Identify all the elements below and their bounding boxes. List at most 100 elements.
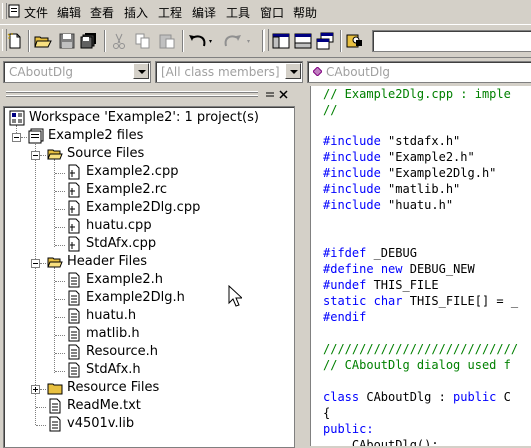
tree-line [55, 353, 65, 354]
define-arg: DEBUG_NEW [402, 262, 475, 276]
new-file-icon[interactable] [6, 32, 24, 50]
ifdef-arg: _DEBUG [366, 246, 417, 260]
workspace-window-icon[interactable] [272, 32, 290, 50]
tree-folder-source[interactable]: Source Files [47, 145, 247, 163]
code-define-line: #define new DEBUG_NEW [323, 261, 475, 277]
tree-file[interactable]: Resource.h [66, 343, 266, 361]
tree-label: Header Files [67, 254, 147, 269]
tree-file[interactable]: ReadMe.txt [47, 397, 247, 415]
tree-project[interactable]: Example2 files [28, 127, 228, 145]
class-combo[interactable]: CAboutDlg [3, 61, 151, 83]
menu-window[interactable]: 窗口 [260, 4, 284, 21]
keyword-include: #include [323, 134, 381, 148]
base-class: C [496, 390, 511, 404]
tree-folder-resource[interactable]: Resource Files [47, 379, 247, 397]
close-panel-icon[interactable] [278, 89, 290, 100]
code-static-line: static char THIS_FILE[] = _ [323, 293, 518, 309]
include-path: "Example2Dlg.h" [388, 166, 497, 180]
find-in-files-icon[interactable] [346, 32, 364, 50]
tree-line [55, 335, 65, 336]
menu-project[interactable]: 工程 [158, 4, 182, 21]
include-path: "matlib.h" [388, 182, 461, 196]
menu-view[interactable]: 查看 [90, 4, 114, 21]
collapse-toggle[interactable] [31, 151, 40, 160]
expand-toggle[interactable] [31, 385, 40, 394]
open-folder-icon[interactable] [34, 32, 52, 50]
keyword-new: new [380, 262, 403, 276]
tree-workspace-root[interactable]: Workspace 'Example2': 1 project(s) [9, 109, 289, 127]
workspace-icon [9, 110, 25, 126]
member-combo[interactable]: CAboutDlg [307, 61, 531, 83]
workspace-titlebar[interactable] [0, 88, 296, 102]
tree-label: Resource Files [67, 380, 160, 395]
tree-line [55, 317, 65, 318]
cut-scissors-icon[interactable] [110, 32, 128, 50]
tree-file[interactable]: huatu.cpp [66, 217, 266, 235]
tree-file[interactable]: Example2Dlg.cpp [66, 199, 266, 217]
tree-line [55, 227, 65, 228]
maximize-panel-icon[interactable] [264, 89, 276, 100]
tree-line [55, 371, 65, 372]
tree-label: huatu.h [86, 308, 137, 323]
copy-icon[interactable] [134, 32, 152, 50]
class-decl: CAboutDlg : [359, 390, 454, 404]
code-comment-divider: /////////////////////////// [323, 342, 519, 356]
undo-icon[interactable] [188, 32, 216, 50]
collapse-toggle[interactable] [31, 259, 40, 268]
tree-file[interactable]: Example2.cpp [66, 163, 266, 181]
window-list-icon[interactable] [316, 32, 334, 50]
tree-file[interactable]: StdAfx.cpp [66, 235, 266, 253]
tree-file[interactable]: matlib.h [66, 325, 266, 343]
paste-clipboard-icon[interactable] [158, 32, 176, 50]
header-file-icon [68, 326, 80, 342]
save-all-icon[interactable] [80, 32, 98, 50]
file-tree: Workspace 'Example2': 1 project(s) Examp… [3, 106, 295, 448]
open-folder-icon [47, 149, 63, 160]
header-file-icon [68, 290, 80, 306]
menu-insert[interactable]: 插入 [124, 4, 148, 21]
menu-file[interactable]: 文件 [24, 4, 48, 21]
menu-build[interactable]: 编译 [192, 4, 216, 21]
tree-line [55, 299, 65, 300]
tree-folder-header[interactable]: Header Files [47, 253, 247, 271]
keyword-public-label: public: [323, 422, 374, 436]
members-filter-combo[interactable]: [All class members] [155, 61, 303, 83]
redo-icon[interactable] [224, 32, 254, 50]
app-document-icon[interactable] [7, 4, 21, 18]
include-path: "huatu.h" [388, 198, 454, 212]
tree-label: StdAfx.h [86, 362, 141, 377]
tree-line [35, 141, 36, 425]
tree-file[interactable]: StdAfx.h [66, 361, 266, 379]
workspace-panel: Workspace 'Example2': 1 project(s) Examp… [0, 88, 296, 448]
wizard-bar: CAboutDlg [All class members] CAboutDlg [0, 58, 531, 84]
code-editor[interactable]: // Example2Dlg.cpp : imple // #include "… [310, 86, 531, 446]
find-combo-input[interactable] [372, 30, 531, 52]
output-window-icon[interactable] [294, 32, 312, 50]
code-include-line: #include "Example2Dlg.h" [323, 165, 496, 181]
rc-file-icon [68, 182, 80, 198]
tree-line [55, 281, 65, 282]
include-path: "stdafx.h" [388, 134, 461, 148]
save-disk-icon[interactable] [58, 32, 76, 50]
code-comment: // CAboutDlg dialog used f [323, 358, 511, 372]
keyword-define: #define [323, 262, 374, 276]
chevron-down-icon[interactable] [133, 63, 149, 79]
tree-file[interactable]: huatu.h [66, 307, 266, 325]
tree-line [36, 407, 46, 408]
collapse-toggle[interactable] [12, 133, 21, 142]
toolbar-grip[interactable] [264, 29, 269, 51]
method-diamond-icon [313, 67, 322, 76]
tree-file[interactable]: Example2.rc [66, 181, 266, 199]
code-comment: // Example2Dlg.cpp : imple [323, 87, 511, 101]
keyword-endif: #endif [323, 310, 367, 324]
tree-file[interactable]: v4501v.lib [47, 415, 247, 433]
tree-line [40, 263, 46, 264]
menu-tools[interactable]: 工具 [226, 4, 250, 21]
standard-toolbar [0, 24, 531, 58]
menu-edit[interactable]: 编辑 [57, 4, 81, 21]
tree-label: matlib.h [86, 326, 140, 341]
pane-splitter[interactable] [296, 88, 310, 446]
chevron-down-icon[interactable] [285, 63, 301, 79]
keyword-static: static [323, 294, 367, 308]
menu-help[interactable]: 帮助 [293, 4, 317, 21]
